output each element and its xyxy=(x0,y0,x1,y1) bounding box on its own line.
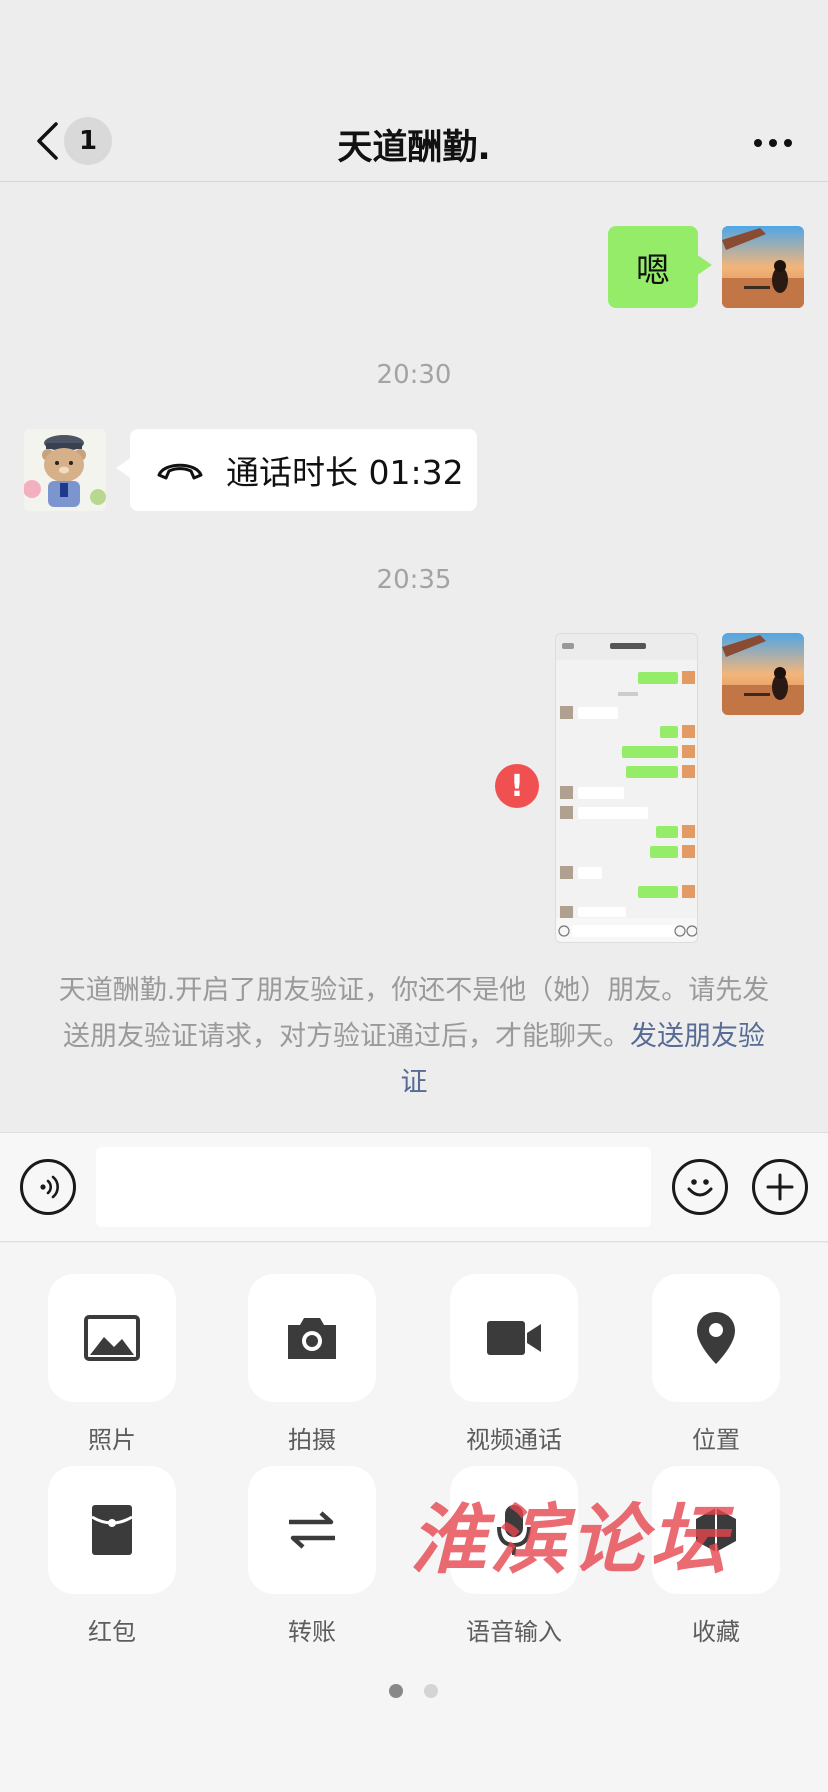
call-record-bubble[interactable]: 通话时长 01:32 xyxy=(116,429,477,511)
chat-title: 天道酬勤. xyxy=(337,128,491,168)
panel-item-video-call[interactable] xyxy=(450,1274,578,1402)
panel-item-voice-input[interactable] xyxy=(450,1466,578,1594)
more-options-button[interactable] xyxy=(748,118,798,168)
my-avatar[interactable] xyxy=(722,226,804,308)
message-text: 嗯 xyxy=(636,250,670,291)
panel-item-label: 视频通话 xyxy=(466,1426,562,1454)
transfer-icon xyxy=(289,1511,335,1549)
image-message-thumbnail[interactable] xyxy=(555,633,698,943)
favorites-icon xyxy=(696,1508,736,1552)
panel-item-label: 红包 xyxy=(88,1618,136,1646)
contact-avatar[interactable] xyxy=(24,429,106,511)
call-duration-text: 通话时长 01:32 xyxy=(226,453,464,492)
red-packet-icon xyxy=(91,1505,133,1555)
emoji-button[interactable] xyxy=(672,1159,728,1215)
location-icon xyxy=(697,1312,735,1364)
send-failed-icon[interactable]: ! xyxy=(495,764,539,808)
panel-item-label: 拍摄 xyxy=(288,1426,336,1454)
voice-mode-button[interactable] xyxy=(20,1159,76,1215)
phone-hangup-icon xyxy=(157,463,203,480)
page-indicator-dot[interactable] xyxy=(424,1684,438,1698)
status-bar-area xyxy=(0,0,828,100)
unread-count-badge[interactable]: 1 xyxy=(64,117,112,165)
panel-item-label: 位置 xyxy=(692,1426,740,1454)
sunset-avatar-image xyxy=(722,226,804,308)
plus-icon xyxy=(766,1173,794,1201)
panel-item-photos[interactable] xyxy=(48,1274,176,1402)
panel-item-red-packet[interactable] xyxy=(48,1466,176,1594)
panel-item-label: 照片 xyxy=(88,1426,136,1454)
panel-item-camera[interactable] xyxy=(248,1274,376,1402)
panel-item-label: 转账 xyxy=(288,1618,336,1646)
sunset-avatar-image xyxy=(722,633,804,715)
panel-item-transfer[interactable] xyxy=(248,1466,376,1594)
emoji-icon xyxy=(687,1179,713,1197)
camera-icon xyxy=(288,1318,336,1359)
my-message-bubble[interactable]: 嗯 xyxy=(608,226,712,308)
panel-item-favorites[interactable] xyxy=(652,1466,780,1594)
video-call-icon xyxy=(487,1321,541,1355)
more-functions-button[interactable] xyxy=(752,1159,808,1215)
bear-avatar-image xyxy=(24,429,106,511)
photo-icon xyxy=(84,1315,140,1361)
panel-item-label: 语音输入 xyxy=(466,1618,562,1646)
chat-screenshot-image xyxy=(556,634,697,942)
more-dots-icon xyxy=(754,139,792,147)
message-input[interactable] xyxy=(96,1147,651,1227)
voice-input-icon xyxy=(497,1505,531,1555)
chevron-left-icon xyxy=(37,122,58,160)
panel-item-label: 收藏 xyxy=(692,1618,740,1646)
friend-verification-notice: 天道酬勤.开启了朋友验证，你还不是他（她）朋友。请先发送朋友验证请求，对方验证通… xyxy=(58,968,770,1106)
my-avatar[interactable] xyxy=(722,633,804,715)
timestamp: 20:30 xyxy=(376,360,452,390)
panel-item-location[interactable] xyxy=(652,1274,780,1402)
timestamp: 20:35 xyxy=(376,565,452,595)
voice-icon xyxy=(40,1175,59,1199)
page-indicator-dot-active[interactable] xyxy=(389,1684,403,1698)
